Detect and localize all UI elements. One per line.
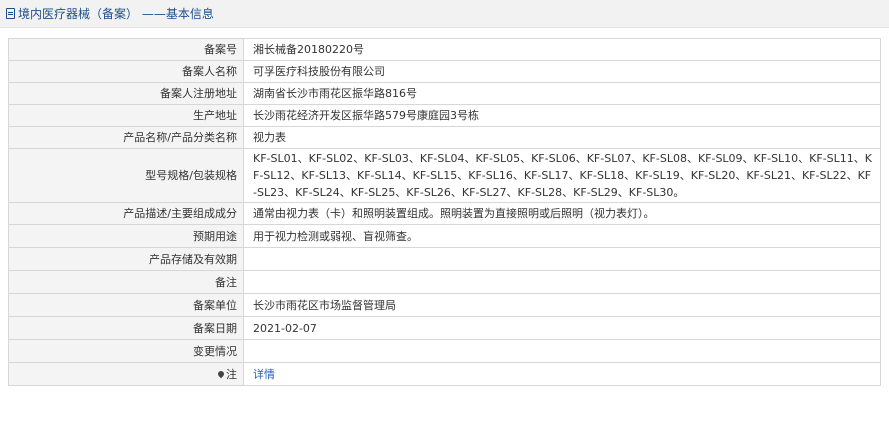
note-label: 注 <box>226 367 237 381</box>
note-value-cell: 详情 <box>243 362 881 386</box>
table-row: 备案日期 2021-02-07 <box>8 316 881 340</box>
table-row: 备案人注册地址 湖南省长沙市雨花区振华路816号 <box>8 82 881 105</box>
row-value: 可孚医疗科技股份有限公司 <box>243 60 881 83</box>
info-table: 备案号 湘长械备20180220号 备案人名称 可孚医疗科技股份有限公司 备案人… <box>8 38 881 386</box>
row-value: 长沙雨花经济开发区振华路579号康庭园3号栋 <box>243 104 881 127</box>
page-title: 境内医疗器械（备案） ——基本信息 <box>18 7 214 21</box>
row-label: 预期用途 <box>8 224 244 248</box>
row-label: 产品名称/产品分类名称 <box>8 126 244 149</box>
pin-icon <box>216 369 226 378</box>
detail-link[interactable]: 详情 <box>253 368 275 381</box>
row-label: 生产地址 <box>8 104 244 127</box>
row-label: 变更情况 <box>8 339 244 363</box>
row-value: KF-SL01、KF-SL02、KF-SL03、KF-SL04、KF-SL05、… <box>243 148 881 203</box>
row-label: 备案日期 <box>8 316 244 340</box>
table-row: 产品存储及有效期 <box>8 247 881 271</box>
row-label: 备案号 <box>8 38 244 61</box>
row-value <box>243 247 881 271</box>
row-value <box>243 270 881 294</box>
row-value: 视力表 <box>243 126 881 149</box>
note-row: 注 详情 <box>8 362 881 386</box>
row-label: 产品描述/主要组成成分 <box>8 202 244 225</box>
row-label: 产品存储及有效期 <box>8 247 244 271</box>
row-label: 备案人注册地址 <box>8 82 244 105</box>
table-row: 型号规格/包装规格 KF-SL01、KF-SL02、KF-SL03、KF-SL0… <box>8 148 881 203</box>
row-value: 湖南省长沙市雨花区振华路816号 <box>243 82 881 105</box>
table-row: 产品描述/主要组成成分 通常由视力表（卡）和照明装置组成。照明装置为直接照明或后… <box>8 202 881 225</box>
row-label: 型号规格/包装规格 <box>8 148 244 203</box>
row-value: 通常由视力表（卡）和照明装置组成。照明装置为直接照明或后照明（视力表灯）。 <box>243 202 881 225</box>
row-value: 长沙市雨花区市场监督管理局 <box>243 293 881 317</box>
document-icon <box>6 8 15 19</box>
table-row: 生产地址 长沙雨花经济开发区振华路579号康庭园3号栋 <box>8 104 881 127</box>
row-label: 备案人名称 <box>8 60 244 83</box>
table-row: 产品名称/产品分类名称 视力表 <box>8 126 881 149</box>
row-value <box>243 339 881 363</box>
row-label: 备案单位 <box>8 293 244 317</box>
table-row: 变更情况 <box>8 339 881 363</box>
row-value: 湘长械备20180220号 <box>243 38 881 61</box>
table-row: 备案号 湘长械备20180220号 <box>8 38 881 61</box>
table-row: 备案人名称 可孚医疗科技股份有限公司 <box>8 60 881 83</box>
table-row: 预期用途 用于视力检测或弱视、盲视筛查。 <box>8 224 881 248</box>
note-label-cell: 注 <box>8 362 244 386</box>
row-label: 备注 <box>8 270 244 294</box>
page-header: 境内医疗器械（备案） ——基本信息 <box>0 0 889 28</box>
table-row: 备注 <box>8 270 881 294</box>
row-value: 2021-02-07 <box>243 316 881 340</box>
row-value: 用于视力检测或弱视、盲视筛查。 <box>243 224 881 248</box>
table-row: 备案单位 长沙市雨花区市场监督管理局 <box>8 293 881 317</box>
